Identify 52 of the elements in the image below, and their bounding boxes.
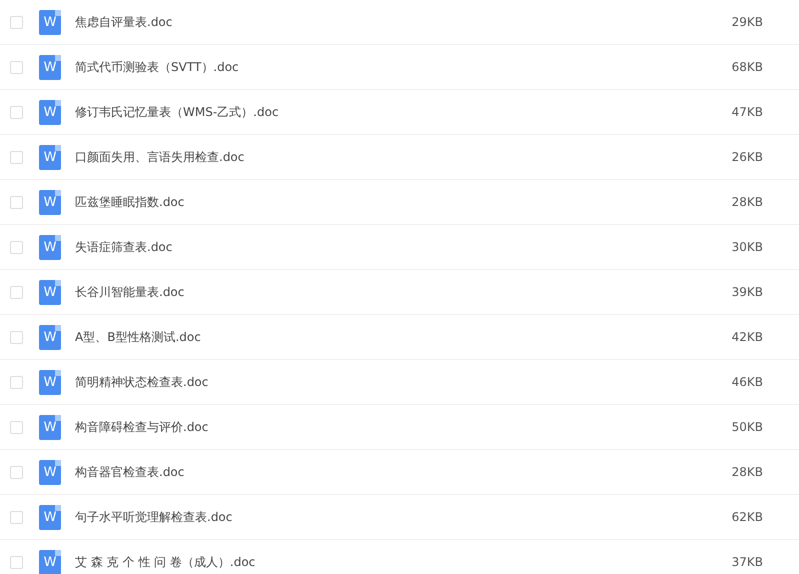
word-document-icon: W <box>39 190 61 214</box>
file-name[interactable]: 简式代币测验表（SVTT）.doc <box>75 58 239 76</box>
file-name[interactable]: 句子水平听觉理解检查表.doc <box>75 508 232 526</box>
file-size: 28KB <box>732 194 763 211</box>
checkbox[interactable] <box>10 466 23 478</box>
word-document-icon: W <box>39 234 61 260</box>
checkbox[interactable] <box>10 196 23 208</box>
file-name[interactable]: A型、B型性格测试.doc <box>75 328 201 346</box>
file-name[interactable]: 艾 森 克 个 性 问 卷（成人）.doc <box>75 553 256 571</box>
word-document-icon: W <box>39 370 61 394</box>
file-name[interactable]: 简明精神状态检查表.doc <box>75 373 208 391</box>
checkbox[interactable] <box>10 510 23 524</box>
checkbox[interactable] <box>10 286 23 298</box>
file-name[interactable]: 口颜面失用、言语失用检查.doc <box>75 148 244 166</box>
checkbox[interactable] <box>10 60 23 74</box>
word-document-icon: W <box>39 324 61 350</box>
file-size: 46KB <box>732 374 763 391</box>
checkbox[interactable] <box>10 240 23 254</box>
checkbox[interactable] <box>10 420 23 434</box>
file-size: 68KB <box>732 59 763 76</box>
file-size: 47KB <box>732 104 763 121</box>
file-name[interactable]: 构音器官检查表.doc <box>75 463 184 481</box>
file-size: 39KB <box>732 284 763 301</box>
file-size: 42KB <box>732 329 763 346</box>
checkbox[interactable] <box>10 330 23 344</box>
word-document-icon: W <box>39 414 61 440</box>
file-size: 26KB <box>732 149 763 166</box>
checkbox[interactable] <box>10 106 23 118</box>
file-size: 29KB <box>732 14 763 31</box>
file-size: 28KB <box>732 464 763 481</box>
file-name[interactable]: 长谷川智能量表.doc <box>75 283 184 301</box>
checkbox[interactable] <box>10 150 23 164</box>
file-name[interactable]: 失语症筛查表.doc <box>75 238 172 256</box>
checkbox[interactable] <box>10 556 23 568</box>
file-name[interactable]: 匹兹堡睡眠指数.doc <box>75 193 184 211</box>
file-name[interactable]: 焦虑自评量表.doc <box>75 13 172 31</box>
word-document-icon: W <box>39 144 61 170</box>
file-size: 37KB <box>732 554 763 571</box>
file-name[interactable]: 构音障碍检查与评价.doc <box>75 418 208 436</box>
checkbox[interactable] <box>10 16 23 28</box>
file-size: 62KB <box>732 509 763 526</box>
word-document-icon: W <box>39 10 61 34</box>
file-size: 50KB <box>732 419 763 436</box>
word-document-icon: W <box>39 504 61 530</box>
file-size: 30KB <box>732 239 763 256</box>
word-document-icon: W <box>39 550 61 574</box>
word-document-icon: W <box>39 460 61 484</box>
word-document-icon: W <box>39 100 61 124</box>
file-name[interactable]: 修订韦氏记忆量表（WMS-乙式）.doc <box>75 103 279 121</box>
checkbox[interactable] <box>10 376 23 388</box>
word-document-icon: W <box>39 280 61 304</box>
word-document-icon: W <box>39 54 61 80</box>
